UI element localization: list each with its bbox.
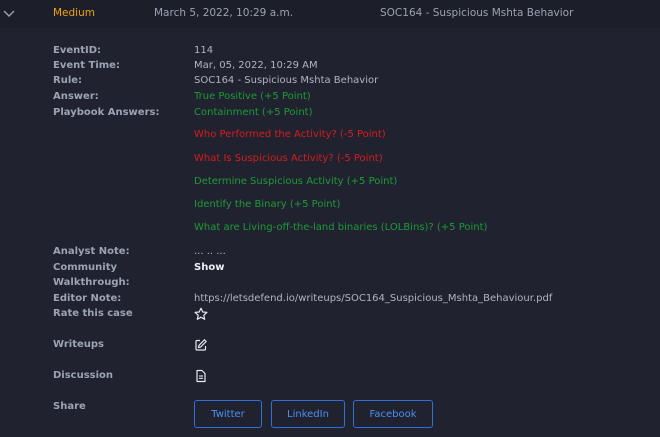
star-icon[interactable] bbox=[194, 307, 208, 321]
community-walkthrough-label: Community bbox=[53, 262, 118, 273]
playbook-answer-item: Identify the Binary (+5 Point) bbox=[194, 199, 341, 210]
edit-icon[interactable] bbox=[194, 338, 208, 352]
writeups-label: Writeups bbox=[53, 339, 105, 350]
linkedin-share-button[interactable]: LinkedIn bbox=[271, 400, 345, 428]
playbook-answers-label: Playbook Answers: bbox=[53, 107, 160, 118]
community-walkthrough-label-line2: Walkthrough: bbox=[53, 277, 130, 288]
editor-note-link[interactable]: https://letsdefend.io/writeups/SOC164_Su… bbox=[194, 292, 552, 306]
event-time-label: Event Time: bbox=[53, 60, 120, 71]
alert-date: March 5, 2022, 10:29 a.m. bbox=[154, 7, 294, 19]
document-icon[interactable] bbox=[194, 369, 208, 383]
alert-rule-name: SOC164 - Suspicious Mshta Behavior bbox=[380, 7, 574, 19]
event-id-value: 114 bbox=[194, 45, 214, 56]
playbook-answer-item: What are Living-off-the-land binaries (L… bbox=[194, 222, 488, 233]
playbook-answer-item: Who Performed the Activity? (-5 Point) bbox=[194, 129, 386, 140]
editor-note-label: Editor Note: bbox=[53, 293, 122, 304]
answer-label: Answer: bbox=[53, 91, 99, 102]
alert-header-row[interactable]: Medium March 5, 2022, 10:29 a.m. SOC164 … bbox=[0, 0, 660, 28]
analyst-note-value: ... .. ... bbox=[194, 246, 226, 257]
facebook-share-button[interactable]: Facebook bbox=[353, 400, 433, 428]
community-walkthrough-show-link[interactable]: Show bbox=[194, 261, 224, 275]
event-id-label: EventID: bbox=[53, 45, 102, 56]
playbook-answer-item: Determine Suspicious Activity (+5 Point) bbox=[194, 176, 398, 187]
severity-badge: Medium bbox=[53, 7, 95, 19]
analyst-note-label: Analyst Note: bbox=[53, 246, 130, 257]
rule-label: Rule: bbox=[53, 75, 83, 86]
discussion-label: Discussion bbox=[53, 370, 114, 381]
answer-value: True Positive (+5 Point) bbox=[194, 91, 311, 102]
playbook-answer-item: What Is Suspicious Activity? (-5 Point) bbox=[194, 153, 383, 164]
event-time-value: Mar, 05, 2022, 10:29 AM bbox=[194, 60, 318, 71]
playbook-answer-item: Containment (+5 Point) bbox=[194, 107, 313, 118]
share-label: Share bbox=[53, 401, 86, 412]
chevron-down-icon[interactable] bbox=[2, 6, 16, 20]
rule-value: SOC164 - Suspicious Mshta Behavior bbox=[194, 75, 379, 86]
rate-case-label: Rate this case bbox=[53, 308, 133, 319]
twitter-share-button[interactable]: Twitter bbox=[194, 400, 262, 428]
